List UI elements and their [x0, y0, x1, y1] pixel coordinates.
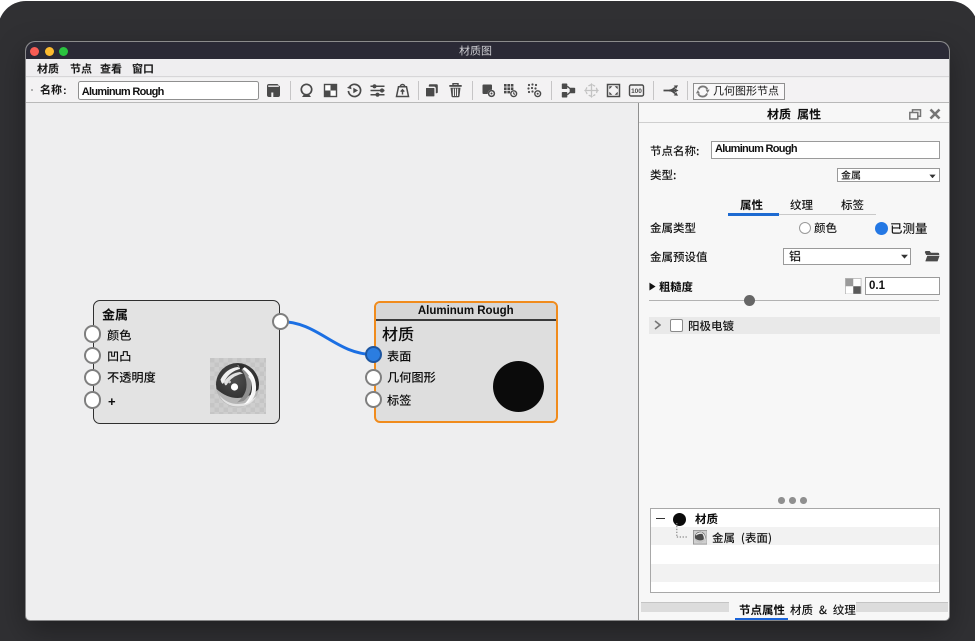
svg-text:100: 100 — [631, 88, 642, 95]
